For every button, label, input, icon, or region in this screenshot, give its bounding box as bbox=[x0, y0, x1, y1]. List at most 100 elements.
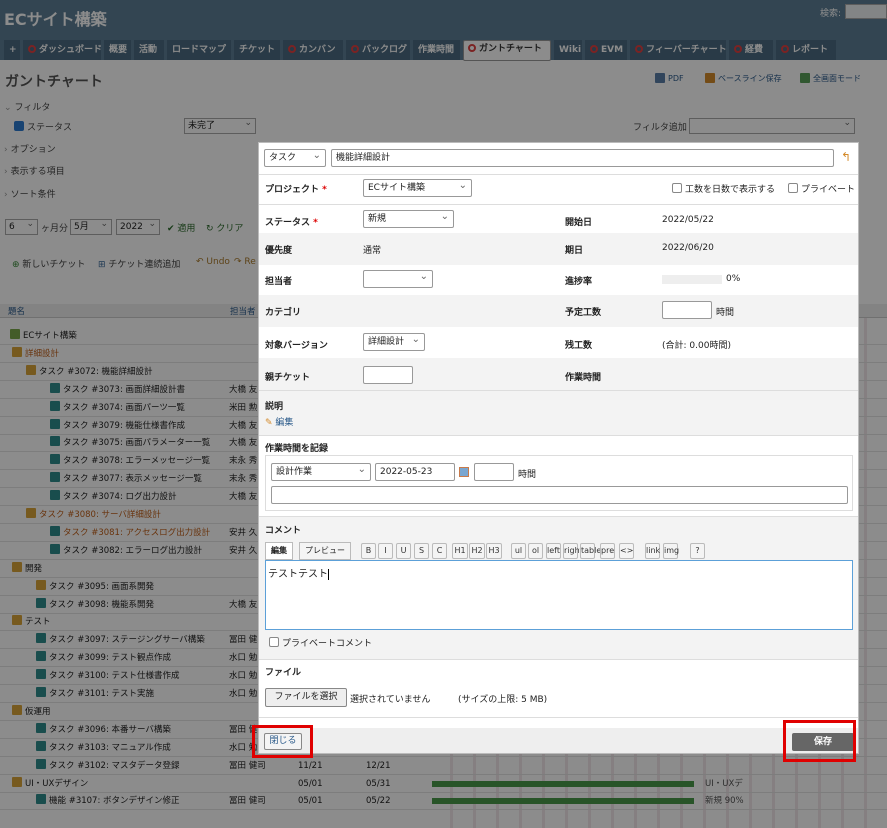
log-hours-unit: 時間 bbox=[518, 470, 537, 480]
help-icon[interactable]: ? bbox=[690, 543, 705, 559]
start-date-label: 開始日 bbox=[565, 218, 593, 228]
parent-label: 親チケット bbox=[265, 373, 311, 383]
chevron-down-icon: ⌄ bbox=[357, 464, 366, 475]
checkbox-icon bbox=[788, 183, 798, 193]
days-checkbox[interactable]: 工数を日数で表示する bbox=[672, 182, 775, 195]
pre-icon[interactable]: pre bbox=[600, 543, 615, 559]
log-comment-input[interactable] bbox=[271, 486, 848, 504]
pencil-icon: ✎ bbox=[265, 418, 276, 428]
start-date-value[interactable]: 2022/05/22 bbox=[662, 215, 714, 225]
calendar-icon[interactable] bbox=[459, 467, 469, 477]
text-cursor bbox=[328, 569, 329, 580]
parent-row bbox=[259, 358, 858, 390]
chevron-down-icon: ⌄ bbox=[440, 211, 449, 222]
required-mark: * bbox=[313, 218, 318, 228]
private-checkbox-label: プライベート bbox=[801, 185, 856, 195]
category-row bbox=[259, 295, 858, 327]
estimate-unit: 時間 bbox=[716, 308, 735, 318]
comment-label: コメント bbox=[265, 526, 302, 536]
description-label: 説明 bbox=[265, 402, 284, 412]
max-size-text: (サイズの上限: 5 MB) bbox=[458, 695, 548, 705]
modal-footer bbox=[259, 728, 858, 753]
link-icon[interactable]: link bbox=[645, 543, 660, 559]
private-checkbox[interactable]: プライベート bbox=[788, 182, 855, 195]
progress-label: 進捗率 bbox=[565, 277, 593, 287]
numbered-list-icon[interactable]: ol bbox=[528, 543, 543, 559]
align-right-icon[interactable]: right bbox=[563, 543, 583, 559]
due-date-value[interactable]: 2022/06/20 bbox=[662, 243, 714, 253]
project-label-text: プロジェクト bbox=[265, 185, 320, 195]
edit-link-label: 編集 bbox=[275, 418, 294, 428]
spent-time-label: 作業時間 bbox=[565, 373, 602, 383]
divider bbox=[259, 659, 858, 660]
bullet-list-icon[interactable]: ul bbox=[511, 543, 526, 559]
status-select[interactable]: 新規 ⌄ bbox=[363, 210, 454, 228]
comment-text: テストテスト bbox=[268, 569, 328, 580]
image-icon[interactable]: img bbox=[663, 543, 679, 559]
remaining-label: 残工数 bbox=[565, 341, 593, 351]
version-label: 対象バージョン bbox=[265, 341, 328, 351]
tracker-value: タスク bbox=[269, 153, 297, 163]
divider bbox=[259, 174, 858, 175]
edit-description-link[interactable]: ✎ 編集 bbox=[265, 415, 293, 428]
h1-icon[interactable]: H1 bbox=[452, 543, 468, 559]
editor-toolbar: 編集 プレビュー B I U S C H1 H2 H3 ul ol left right table pr… bbox=[265, 542, 855, 560]
tracker-select[interactable]: タスク ⌄ bbox=[264, 149, 326, 167]
log-time-label: 作業時間を記録 bbox=[265, 444, 329, 454]
version-select[interactable]: 詳細設計 ⌄ bbox=[363, 333, 425, 351]
priority-value[interactable]: 通常 bbox=[363, 243, 381, 256]
comment-textarea[interactable]: テストテスト bbox=[265, 560, 853, 630]
h3-icon[interactable]: H3 bbox=[486, 543, 502, 559]
parent-input[interactable] bbox=[363, 366, 413, 384]
chevron-down-icon: ⌄ bbox=[411, 334, 420, 345]
assignee-select[interactable]: ⌄ bbox=[363, 270, 433, 288]
description-row bbox=[259, 391, 858, 435]
save-highlight-box bbox=[783, 720, 856, 762]
status-value: 新規 bbox=[368, 214, 387, 224]
priority-row bbox=[259, 233, 858, 265]
project-select[interactable]: ECサイト構築 ⌄ bbox=[363, 179, 472, 197]
app-root: ECサイト構築 検索: + ダッシュボード 概要 活動 ロードマップ チケット カンバン バッ… bbox=[0, 0, 887, 828]
file-label: ファイル bbox=[265, 668, 302, 678]
category-label: カテゴリ bbox=[265, 308, 302, 318]
estimate-label: 予定工数 bbox=[565, 308, 602, 318]
code-inline-icon[interactable]: <> bbox=[619, 543, 634, 559]
chevron-down-icon: ⌄ bbox=[312, 150, 321, 161]
estimate-input[interactable] bbox=[662, 301, 712, 319]
close-highlight-box bbox=[252, 725, 313, 758]
checkbox-icon bbox=[672, 183, 682, 193]
status-label: ステータス * bbox=[265, 215, 318, 228]
remaining-value: (合計: 0.00時間) bbox=[662, 341, 731, 351]
code-icon[interactable]: C bbox=[432, 543, 447, 559]
private-comment-checkbox[interactable]: プライベートコメント bbox=[269, 636, 372, 649]
activity-select[interactable]: 設計作業 ⌄ bbox=[271, 463, 371, 481]
no-file-text: 選択されていません bbox=[350, 695, 431, 705]
progress-value: 0% bbox=[726, 274, 741, 284]
align-left-icon[interactable]: left bbox=[546, 543, 561, 559]
due-date-label: 期日 bbox=[565, 246, 584, 256]
tab-edit[interactable]: 編集 bbox=[265, 542, 293, 560]
progress-bar bbox=[662, 275, 722, 284]
issue-edit-modal: タスク ⌄ 機能詳細設計 ↰ プロジェクト * ECサイト構築 ⌄ 工数を日数で表示… bbox=[258, 142, 859, 754]
table-icon[interactable]: table bbox=[580, 543, 601, 559]
tab-preview[interactable]: プレビュー bbox=[299, 542, 351, 560]
bold-icon[interactable]: B bbox=[361, 543, 376, 559]
strike-icon[interactable]: S bbox=[414, 543, 429, 559]
project-value: ECサイト構築 bbox=[368, 183, 425, 193]
italic-icon[interactable]: I bbox=[378, 543, 393, 559]
chevron-down-icon: ⌄ bbox=[419, 271, 428, 282]
days-checkbox-label: 工数を日数で表示する bbox=[685, 185, 776, 195]
undo-arrow-icon[interactable]: ↰ bbox=[841, 150, 851, 164]
checkbox-icon bbox=[269, 637, 279, 647]
underline-icon[interactable]: U bbox=[396, 543, 411, 559]
version-value: 詳細設計 bbox=[368, 337, 405, 347]
choose-file-button[interactable]: ファイルを選択 bbox=[265, 688, 347, 707]
subject-input[interactable]: 機能詳細設計 bbox=[331, 149, 834, 167]
h2-icon[interactable]: H2 bbox=[469, 543, 485, 559]
log-date-input[interactable]: 2022-05-23 bbox=[375, 463, 455, 481]
required-mark: * bbox=[322, 185, 327, 195]
log-hours-input[interactable] bbox=[474, 463, 514, 481]
status-label-text: ステータス bbox=[265, 218, 311, 228]
chevron-down-icon: ⌄ bbox=[458, 180, 467, 191]
project-label: プロジェクト * bbox=[265, 182, 327, 195]
